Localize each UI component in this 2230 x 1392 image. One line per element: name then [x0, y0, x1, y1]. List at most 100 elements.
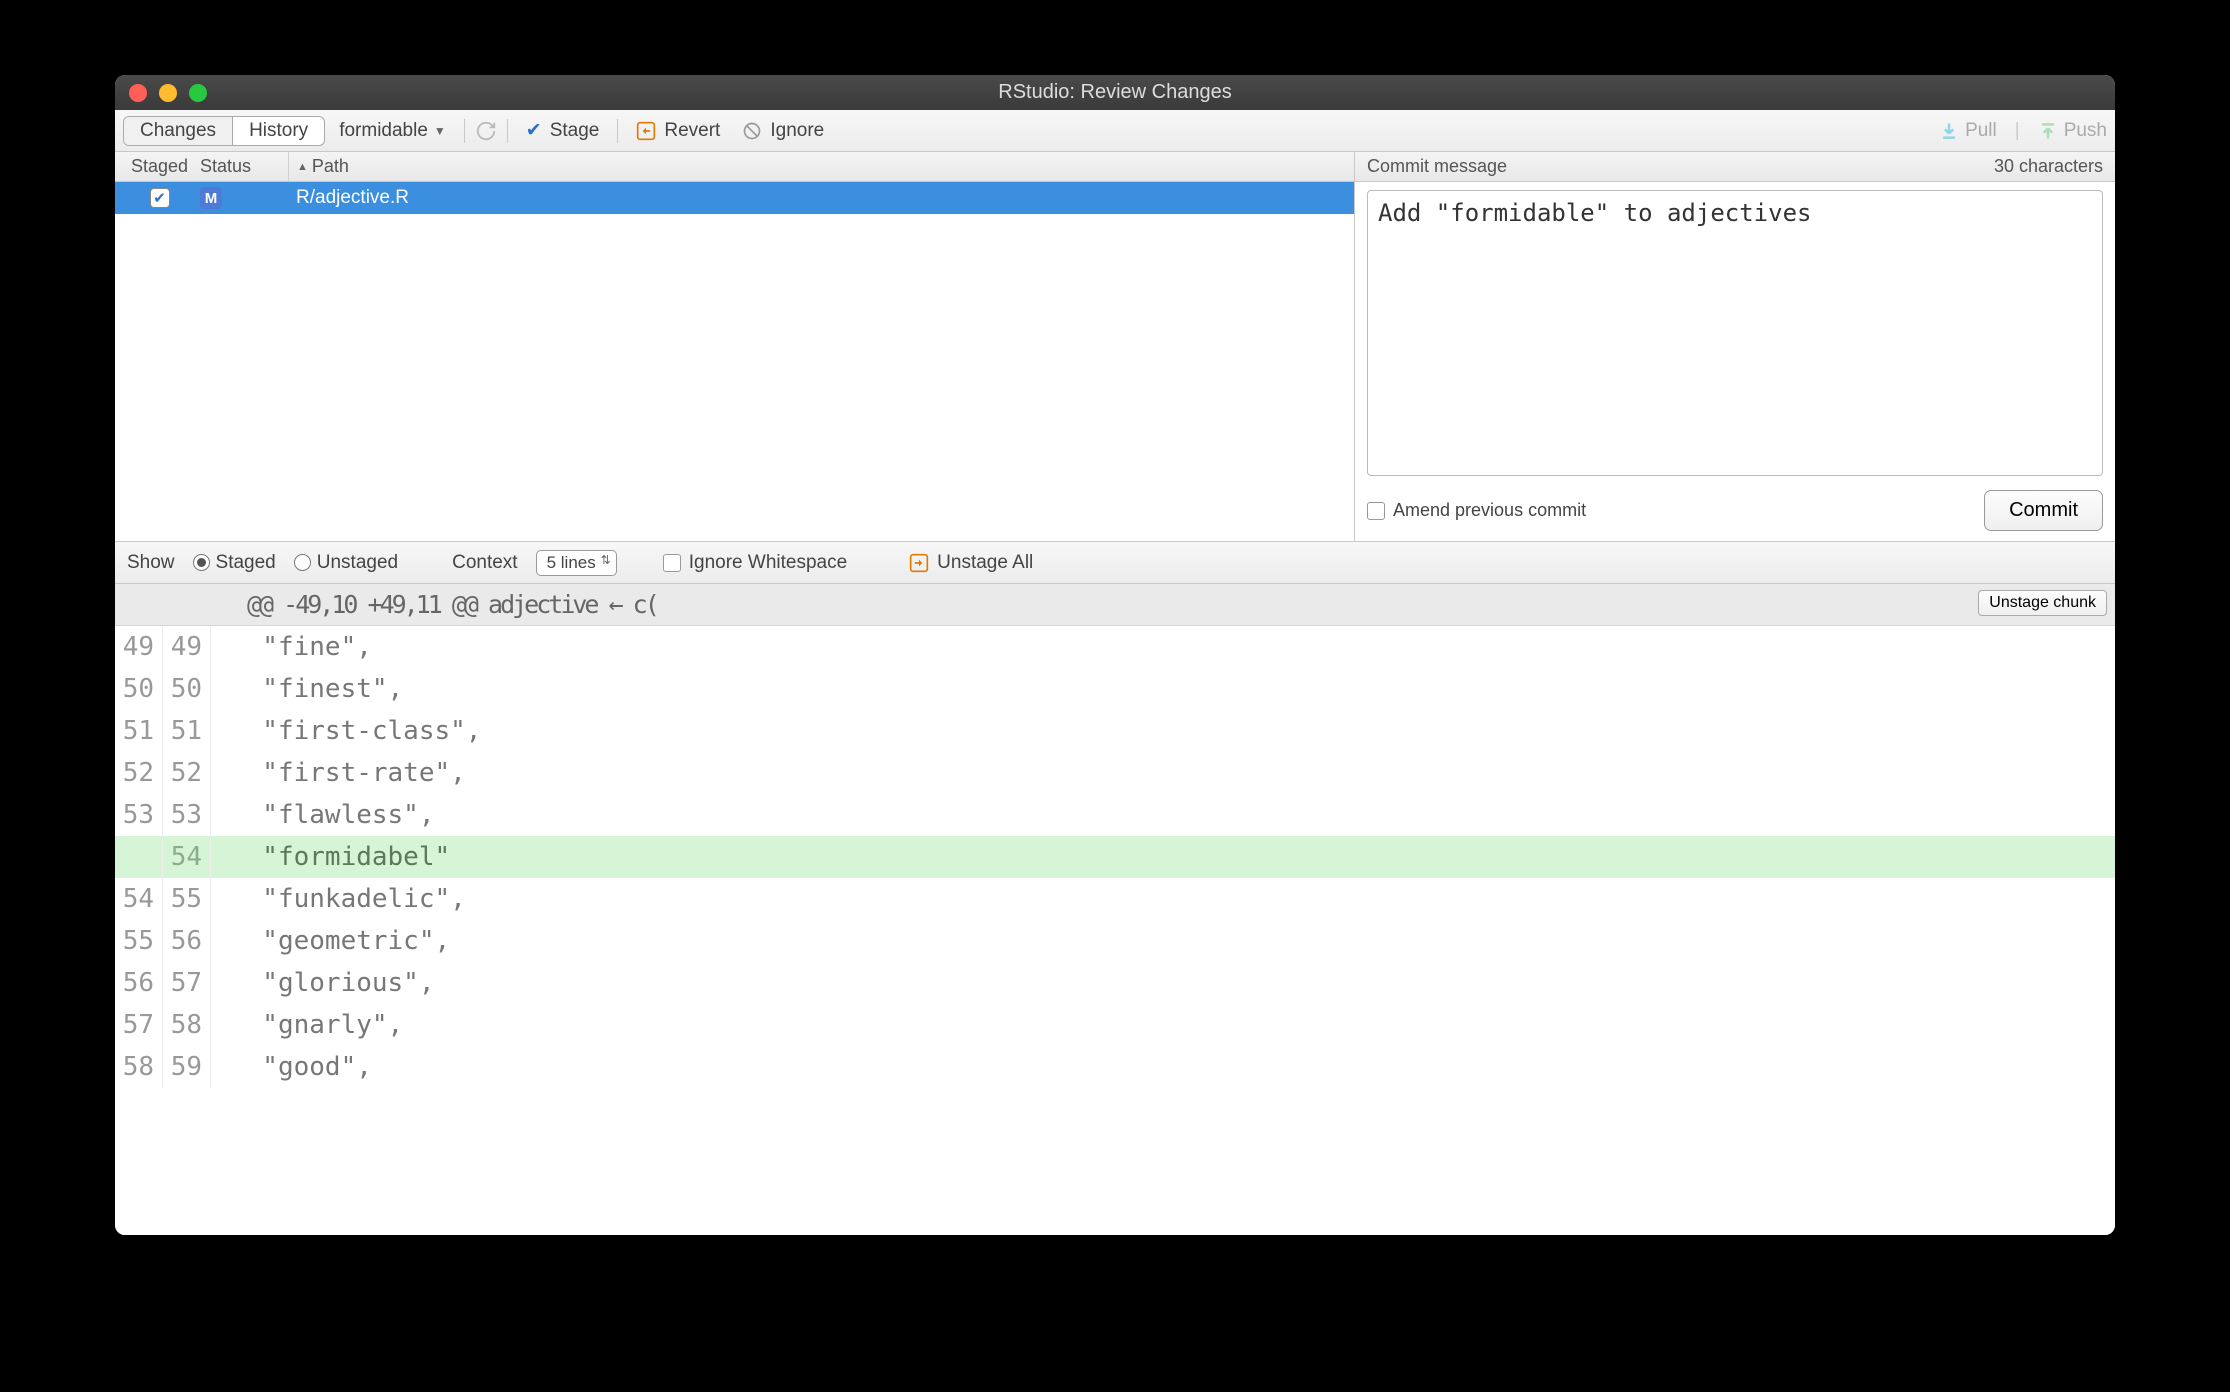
radio-staged[interactable]: Staged — [193, 552, 276, 574]
tab-history[interactable]: History — [233, 117, 324, 145]
separator — [507, 119, 508, 143]
titlebar: RStudio: Review Changes — [115, 75, 2115, 110]
unstage-all-label: Unstage All — [937, 552, 1033, 574]
ignore-icon — [742, 121, 762, 141]
diff-code: "fine", — [211, 632, 372, 662]
new-line-number: 54 — [163, 836, 211, 878]
diff-code: "first-rate", — [211, 758, 466, 788]
sort-asc-icon: ▲ — [297, 161, 308, 173]
col-header-path-label: Path — [312, 156, 349, 177]
radio-unstaged[interactable]: Unstaged — [294, 552, 398, 574]
diff-toolbar: Show Staged Unstaged Context 5 lines Ign… — [115, 542, 2115, 584]
main-toolbar: Changes History formidable ▼ ✔ Stage Rev… — [115, 110, 2115, 152]
push-button[interactable]: Push — [2038, 120, 2107, 142]
commit-button[interactable]: Commit — [1984, 490, 2103, 531]
diff-line[interactable]: 5252 "first-rate", — [115, 752, 2115, 794]
old-line-number: 50 — [115, 668, 163, 710]
new-line-number: 51 — [163, 710, 211, 752]
diff-line[interactable]: 5758 "gnarly", — [115, 1004, 2115, 1046]
diff-line[interactable]: 4949 "fine", — [115, 626, 2115, 668]
tab-changes[interactable]: Changes — [124, 117, 233, 145]
arrow-down-icon — [1939, 121, 1959, 141]
context-label: Context — [452, 552, 517, 574]
checkbox-icon — [663, 554, 681, 572]
old-line-number: 53 — [115, 794, 163, 836]
hunk-header-text: @@ -49,10 +49,11 @@ adjective ← c( — [247, 590, 657, 619]
old-line-number: 58 — [115, 1046, 163, 1088]
diff-code: "funkadelic", — [211, 884, 466, 914]
commit-panel: Commit message 30 characters Amend previ… — [1355, 152, 2115, 541]
diff-code: "gnarly", — [211, 1010, 403, 1040]
ignore-label: Ignore — [770, 120, 824, 142]
ignore-button[interactable]: Ignore — [734, 118, 832, 144]
diff-line[interactable]: 5353 "flawless", — [115, 794, 2115, 836]
diff-line[interactable]: 5556 "geometric", — [115, 920, 2115, 962]
amend-checkbox[interactable]: Amend previous commit — [1367, 500, 1586, 521]
diff-code: "flawless", — [211, 800, 435, 830]
diff-line[interactable]: 5050 "finest", — [115, 668, 2115, 710]
col-header-staged[interactable]: Staged — [115, 156, 200, 177]
unstage-icon — [909, 553, 929, 573]
new-line-number: 53 — [163, 794, 211, 836]
stage-button[interactable]: ✔ Stage — [518, 117, 608, 144]
file-list-header: Staged Status ▲ Path — [115, 152, 1354, 182]
diff-code: "geometric", — [211, 926, 450, 956]
ignore-whitespace-checkbox[interactable]: Ignore Whitespace — [663, 552, 847, 574]
old-line-number: 49 — [115, 626, 163, 668]
stage-label: Stage — [550, 120, 600, 142]
refresh-icon[interactable] — [475, 120, 497, 142]
new-line-number: 56 — [163, 920, 211, 962]
hunk-header: @@ -49,10 +49,11 @@ adjective ← c( Unsta… — [115, 584, 2115, 626]
show-label: Show — [127, 552, 175, 574]
ignore-whitespace-label: Ignore Whitespace — [689, 552, 847, 574]
pull-push-group: Pull | Push — [1939, 120, 2107, 142]
commit-char-count: 30 characters — [1994, 156, 2103, 177]
pull-button[interactable]: Pull — [1939, 120, 1997, 142]
unstage-chunk-button[interactable]: Unstage chunk — [1978, 590, 2107, 616]
file-path: R/adjective.R — [288, 182, 1354, 214]
commit-header: Commit message 30 characters — [1355, 152, 2115, 182]
new-line-number: 55 — [163, 878, 211, 920]
radio-off-icon — [294, 554, 311, 571]
file-list-body[interactable]: ✔MR/adjective.R — [115, 182, 1354, 541]
diff-line[interactable]: 5859 "good", — [115, 1046, 2115, 1088]
diff-line[interactable]: 5455 "funkadelic", — [115, 878, 2115, 920]
diff-line[interactable]: 5657 "glorious", — [115, 962, 2115, 1004]
commit-message-label: Commit message — [1367, 156, 1507, 177]
new-line-number: 57 — [163, 962, 211, 1004]
diff-line[interactable]: 54 "formidabel" — [115, 836, 2115, 878]
unstage-all-button[interactable]: Unstage All — [901, 550, 1041, 576]
table-row[interactable]: ✔MR/adjective.R — [115, 182, 1354, 214]
diff-line[interactable]: 5151 "first-class", — [115, 710, 2115, 752]
radio-staged-label: Staged — [216, 552, 276, 574]
revert-icon — [636, 121, 656, 141]
checkbox-icon — [1367, 502, 1385, 520]
old-line-number: 55 — [115, 920, 163, 962]
branch-name: formidable — [339, 120, 428, 142]
revert-button[interactable]: Revert — [628, 118, 728, 144]
diff-code: "glorious", — [211, 968, 435, 998]
diff-view[interactable]: @@ -49,10 +49,11 @@ adjective ← c( Unsta… — [115, 584, 2115, 1235]
new-line-number: 50 — [163, 668, 211, 710]
diff-code: "first-class", — [211, 716, 481, 746]
window-title: RStudio: Review Changes — [115, 81, 2115, 104]
diff-code: "finest", — [211, 674, 403, 704]
col-header-status[interactable]: Status — [200, 156, 288, 177]
file-list-panel: Staged Status ▲ Path ✔MR/adjective.R — [115, 152, 1355, 541]
old-line-number: 56 — [115, 962, 163, 1004]
separator — [617, 119, 618, 143]
chevron-down-icon: ▼ — [434, 124, 446, 138]
radio-unstaged-label: Unstaged — [317, 552, 398, 574]
old-line-number: 54 — [115, 878, 163, 920]
branch-selector[interactable]: formidable ▼ — [331, 118, 454, 144]
old-line-number: 57 — [115, 1004, 163, 1046]
upper-panel: Staged Status ▲ Path ✔MR/adjective.R Com… — [115, 152, 2115, 542]
col-header-path[interactable]: ▲ Path — [288, 152, 1354, 181]
separator — [464, 119, 465, 143]
new-line-number: 58 — [163, 1004, 211, 1046]
commit-message-input[interactable] — [1367, 190, 2103, 476]
staged-checkbox[interactable]: ✔ — [150, 188, 170, 208]
context-select[interactable]: 5 lines — [536, 550, 617, 576]
review-changes-window: RStudio: Review Changes Changes History … — [115, 75, 2115, 1235]
old-line-number: 51 — [115, 710, 163, 752]
